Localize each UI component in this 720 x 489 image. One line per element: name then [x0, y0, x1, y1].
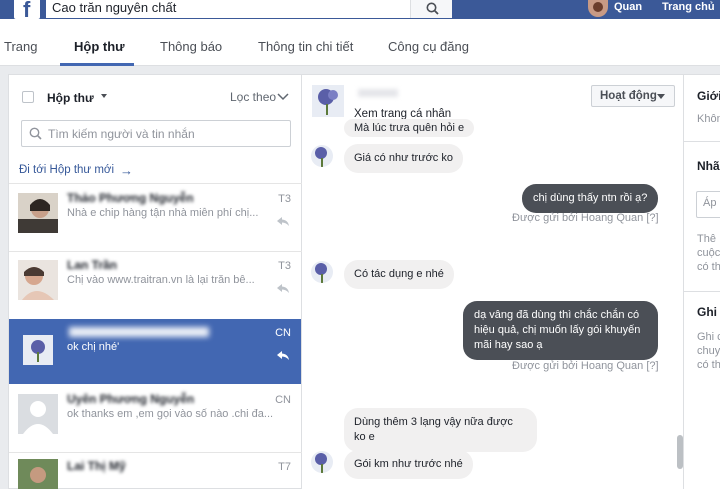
- contact-name-redacted: [358, 89, 398, 97]
- redacted-name: [69, 327, 209, 337]
- conversation-panel: Xem trang cá nhân Hoạt động Mà lúc trưa …: [302, 74, 684, 489]
- thread-name: Thảo Phương Nguyễn: [67, 191, 194, 205]
- inbox-panel: Hộp thư Lọc theo Tìm kiếm người và tin n…: [8, 74, 303, 489]
- select-all-checkbox[interactable]: [22, 91, 34, 103]
- message-incoming: Mà lúc trưa quên hỏi e: [344, 119, 475, 137]
- labels-heading: Nhãn: [697, 159, 720, 173]
- thread-item[interactable]: Lai Thị Mỹ T7: [9, 453, 301, 489]
- tab-page[interactable]: Trang: [4, 39, 37, 54]
- reply-icon[interactable]: [277, 217, 289, 227]
- details-text: Khôn: [697, 113, 720, 125]
- conversation-scrollbar[interactable]: [677, 435, 683, 469]
- message-incoming: Gói km như trước nhé: [344, 450, 473, 479]
- status-dropdown-button[interactable]: Hoạt động: [591, 85, 675, 107]
- caret-down-icon[interactable]: [101, 94, 107, 98]
- add-label-placeholder: Áp: [703, 197, 717, 209]
- thread-snippet: ok thanks em ,em gọi vào số nào .chi đa.…: [67, 408, 274, 420]
- thread-item[interactable]: Thảo Phương Nguyễn Nhà e chip hàng tận n…: [9, 185, 301, 251]
- message-incoming: Giá có như trước ko: [344, 144, 463, 173]
- message-incoming: Có tác dụng e nhé: [344, 260, 454, 289]
- notes-heading: Ghi c: [697, 305, 720, 319]
- thread-item[interactable]: Uyên Phương Nguyễn ok thanks em ,em gọi …: [9, 386, 301, 452]
- thread-avatar: [23, 335, 53, 365]
- labels-help-text: cuộc: [697, 247, 720, 259]
- message-outgoing: chị dùng thấy ntn rồi ạ?: [522, 184, 659, 213]
- search-button[interactable]: [410, 0, 452, 18]
- thread-snippet: ok chị nhé': [67, 341, 120, 353]
- thread-time: T7: [278, 461, 291, 473]
- facebook-logo-icon[interactable]: f: [14, 0, 40, 22]
- thread-item[interactable]: Lan Trần Chị vào www.traitran.vn là lại …: [9, 252, 301, 318]
- thread-snippet: Chị vào www.traitran.vn là lại trăn bê..…: [67, 274, 255, 286]
- thread-time: CN: [275, 327, 291, 339]
- chevron-down-icon[interactable]: [277, 90, 289, 102]
- search-placeholder: Tìm kiếm người và tin nhắn: [48, 127, 195, 141]
- thread-snippet: Nhà e chip hàng tận nhà miễn phí chị...: [67, 207, 259, 219]
- thread-name: Lai Thị Mỹ: [67, 459, 126, 473]
- labels-help-text: Thê: [697, 233, 716, 245]
- thread-item-active[interactable]: ok chị nhé' CN: [9, 319, 301, 384]
- search-icon: [29, 127, 42, 140]
- thread-avatar: [18, 260, 58, 300]
- thread-time: T3: [278, 193, 291, 205]
- tab-inbox[interactable]: Hộp thư: [74, 39, 125, 54]
- goto-new-inbox-link[interactable]: Đi tới Hộp thư mới: [19, 164, 114, 176]
- divider: [684, 141, 720, 142]
- user-name-link[interactable]: Quan: [614, 0, 642, 14]
- user-avatar[interactable]: [588, 0, 608, 17]
- thread-avatar: [18, 193, 58, 233]
- notes-help-text: có th: [697, 359, 720, 371]
- details-heading: Giới: [697, 89, 720, 103]
- thread-avatar: [18, 459, 58, 489]
- page-tabs: Trang Hộp thư Thông báo Thông tin chi ti…: [0, 19, 720, 66]
- message-avatar: [311, 451, 333, 473]
- message-incoming: Dùng thêm 3 lạng vậy nữa được ko e: [344, 408, 537, 452]
- message-avatar: [311, 145, 333, 167]
- thread-avatar: [18, 394, 58, 434]
- tab-publishing-tools[interactable]: Công cụ đăng: [388, 39, 469, 54]
- notes-help-text: chuy: [697, 345, 720, 357]
- message-avatar: [311, 261, 333, 283]
- labels-help-text: có th: [697, 261, 720, 273]
- arrow-right-icon[interactable]: →: [120, 163, 133, 178]
- tab-insights[interactable]: Thông tin chi tiết: [258, 39, 353, 54]
- message-outgoing: dạ vâng đã dùng thì chắc chắn có hiệu qu…: [463, 301, 658, 360]
- sent-by-label: Được gửi bởi Hoang Quan [?]: [512, 360, 659, 372]
- sent-by-label: Được gửi bởi Hoang Quan [?]: [512, 212, 659, 224]
- conversation-header: Xem trang cá nhân Hoạt động: [302, 75, 682, 120]
- contact-avatar[interactable]: [312, 85, 344, 117]
- thread-time: CN: [275, 394, 291, 406]
- divider: [9, 183, 303, 184]
- top-navigation-bar: f Cao trăn nguyên chất Quan Trang chủ: [0, 0, 720, 22]
- inbox-search-input[interactable]: Tìm kiếm người và tin nhắn: [21, 120, 291, 147]
- reply-icon[interactable]: [277, 351, 289, 361]
- thread-time: T3: [278, 260, 291, 272]
- divider: [684, 291, 720, 292]
- filter-dropdown[interactable]: Lọc theo: [230, 90, 276, 104]
- reply-icon[interactable]: [277, 284, 289, 294]
- thread-name: Lan Trần: [67, 258, 118, 272]
- details-panel: Giới Khôn Nhãn Áp Thê cuộc có th Ghi c G…: [684, 74, 720, 489]
- search-icon: [426, 2, 439, 15]
- global-search-input[interactable]: Cao trăn nguyên chất: [46, 0, 410, 18]
- thread-name: Uyên Phương Nguyễn: [67, 392, 195, 406]
- tab-notifications[interactable]: Thông báo: [160, 39, 222, 54]
- home-link[interactable]: Trang chủ: [662, 0, 715, 14]
- notes-help-text: Ghi c: [697, 331, 720, 343]
- inbox-dropdown-label[interactable]: Hộp thư: [47, 91, 94, 105]
